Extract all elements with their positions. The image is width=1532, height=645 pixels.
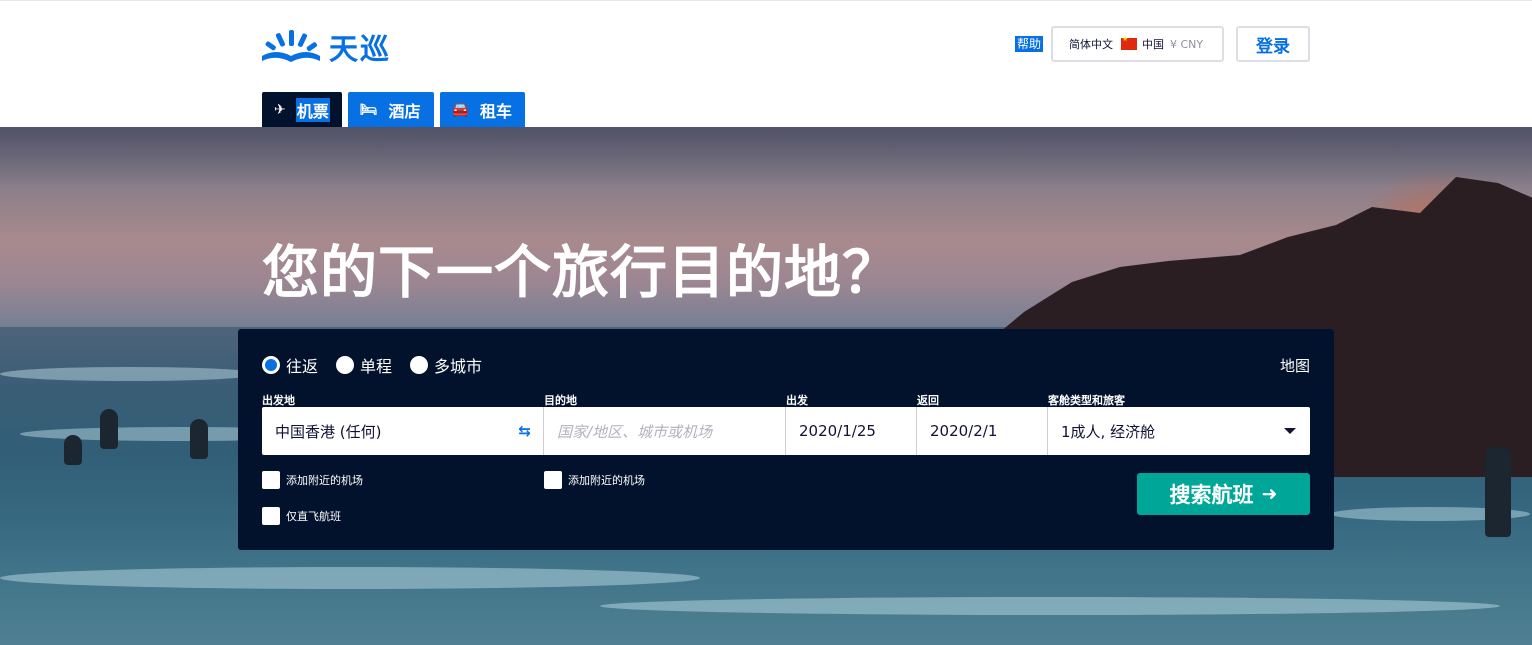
airplane-icon: ✈ xyxy=(274,102,286,118)
checkbox-label: 添加附近的机场 xyxy=(286,474,363,487)
bed-icon: 🛏 xyxy=(359,102,378,118)
radio-button[interactable] xyxy=(410,356,429,374)
login-button[interactable]: 登录 xyxy=(1236,26,1310,62)
currency-label: ¥ CNY xyxy=(1170,37,1204,51)
map-link[interactable]: 地图 xyxy=(1280,355,1310,376)
hero-banner: 您的下一个旅行目的地？ 往返 单程 多城市 地图 出发地 目的地 出发 返回 客… xyxy=(0,127,1532,645)
trip-label: 多城市 xyxy=(434,357,483,376)
origin-label: 出发地 xyxy=(262,394,295,407)
radio-button[interactable] xyxy=(336,356,355,374)
trip-multicity[interactable]: 多城市 xyxy=(410,353,482,377)
search-button-label: 搜索航班 xyxy=(1169,483,1254,507)
checkbox[interactable] xyxy=(262,471,280,489)
country-label: 中国 xyxy=(1142,38,1164,51)
tab-label: 租车 xyxy=(479,102,512,121)
cabin-value: 1成人, 经济舱 xyxy=(1061,422,1156,441)
origin-value: 中国香港 (任何) xyxy=(275,422,382,441)
tab-flights[interactable]: ✈ 机票 xyxy=(262,92,342,128)
help-link[interactable]: 帮助 xyxy=(1015,36,1044,52)
swap-icon[interactable]: ⇆ xyxy=(518,422,531,440)
radio-button[interactable] xyxy=(262,356,280,374)
tab-hotels[interactable]: 🛏 酒店 xyxy=(347,92,434,128)
sunrise-logo-icon xyxy=(262,30,320,62)
search-flights-button[interactable]: 搜索航班 ➜ xyxy=(1137,473,1310,515)
depart-date-value: 2020/1/25 xyxy=(799,422,876,440)
runner-figure xyxy=(1485,447,1511,537)
return-date-field[interactable]: 2020/2/1 xyxy=(917,407,1048,455)
locale-button[interactable]: 简体中文 中国 ¥ CNY xyxy=(1051,26,1224,62)
site-header: 天巡 帮助 简体中文 中国 ¥ CNY 登录 ✈ 机票 🛏 酒店 🚘 租车 xyxy=(0,0,1532,128)
cabin-label: 客舱类型和旅客 xyxy=(1048,394,1125,407)
origin-field[interactable]: 中国香港 (任何) ⇆ xyxy=(262,407,544,455)
language-label: 简体中文 xyxy=(1069,38,1113,51)
tab-car-hire[interactable]: 🚘 租车 xyxy=(439,92,525,128)
logo[interactable]: 天巡 xyxy=(262,29,392,66)
depart-label: 出发 xyxy=(786,394,808,407)
destination-placeholder: 国家/地区、城市或机场 xyxy=(557,422,713,441)
sky-cloud xyxy=(0,127,1532,187)
return-date-value: 2020/2/1 xyxy=(930,422,998,440)
car-icon: 🚘 xyxy=(451,102,469,118)
wave xyxy=(0,367,260,381)
tab-label: 机票 xyxy=(295,98,330,122)
checkbox-label: 仅直飞航班 xyxy=(286,510,341,523)
direct-only-checkbox[interactable]: 仅直飞航班 xyxy=(262,507,341,525)
chevron-down-icon xyxy=(1284,428,1296,434)
trip-type-selector: 往返 单程 多城市 xyxy=(262,353,500,377)
tab-label: 酒店 xyxy=(388,102,421,121)
trip-round[interactable]: 往返 xyxy=(262,353,318,377)
checkbox[interactable] xyxy=(262,507,280,525)
trip-oneway[interactable]: 单程 xyxy=(336,353,392,377)
china-flag-icon xyxy=(1121,35,1137,50)
nearby-origin-checkbox[interactable]: 添加附近的机场 xyxy=(262,471,363,489)
hero-title: 您的下一个旅行目的地？ xyxy=(262,240,900,306)
nearby-destination-checkbox[interactable]: 添加附近的机场 xyxy=(544,471,645,489)
trip-label: 单程 xyxy=(360,357,393,376)
swimmer-figure xyxy=(190,419,208,459)
depart-date-field[interactable]: 2020/1/25 xyxy=(786,407,917,455)
product-tabs: ✈ 机票 🛏 酒店 🚘 租车 xyxy=(262,92,525,128)
cabin-travellers-field[interactable]: 1成人, 经济舱 xyxy=(1048,407,1310,455)
search-fields: 中国香港 (任何) ⇆ 国家/地区、城市或机场 2020/1/25 2020/2… xyxy=(262,407,1310,455)
logo-text: 天巡 xyxy=(329,32,392,66)
return-label: 返回 xyxy=(917,394,939,407)
destination-label: 目的地 xyxy=(544,394,577,407)
arrow-right-icon: ➜ xyxy=(1261,483,1278,505)
swimmer-figure xyxy=(64,435,82,465)
checkbox-label: 添加附近的机场 xyxy=(568,474,645,487)
trip-label: 往返 xyxy=(286,357,319,376)
swimmer-figure xyxy=(100,409,118,449)
flight-search-panel: 往返 单程 多城市 地图 出发地 目的地 出发 返回 客舱类型和旅客 中国香港 … xyxy=(238,329,1334,550)
checkbox[interactable] xyxy=(544,471,562,489)
wave xyxy=(0,567,700,589)
destination-field[interactable]: 国家/地区、城市或机场 xyxy=(544,407,786,455)
wave xyxy=(600,597,1500,615)
